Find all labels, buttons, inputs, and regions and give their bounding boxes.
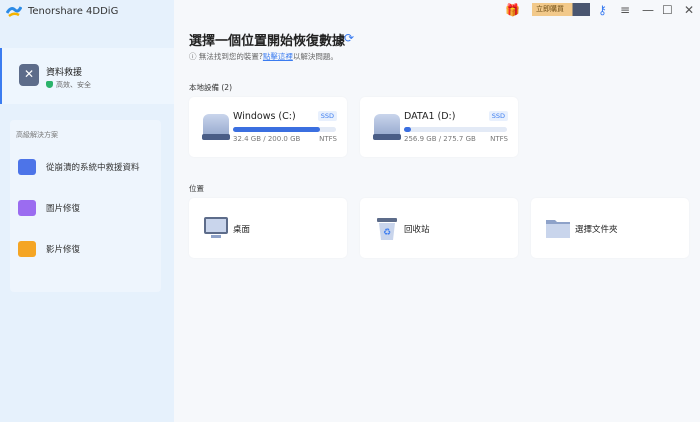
drive-usage-fill (404, 127, 412, 132)
local-devices-heading: 本地設備 (2) (189, 83, 233, 92)
sidebar-item-data-recovery[interactable]: ✕ 資料救援 高效、安全 (0, 48, 174, 104)
app-title: Tenorshare 4DDiG (28, 5, 119, 17)
drive-type-badge: SSD (317, 111, 337, 121)
location-label: 桌面 (233, 225, 251, 235)
drive-usage-fill (233, 127, 320, 132)
shield-icon (46, 81, 53, 88)
drive-filesystem: NTFS (319, 135, 337, 143)
sidebar: Tenorshare 4DDiG ✕ 資料救援 高效、安全 高級解決方案 從崩潰… (0, 0, 174, 422)
page-title: 選擇一個位置開始恢復數據 (189, 34, 346, 49)
drive-type-badge: SSD (488, 111, 508, 121)
folder-icon (545, 215, 571, 241)
hint-link[interactable]: 點擊這裡 (263, 52, 293, 61)
app-brand: Tenorshare 4DDiG (5, 4, 119, 18)
desktop-icon (203, 215, 229, 241)
drive-size: 256.9 GB / 275.7 GB (404, 135, 476, 143)
advanced-solutions-panel: 高級解決方案 從崩潰的系統中救援資料 圖片修復 影片修復 (10, 120, 161, 292)
sidebar-item-label: 從崩潰的系統中救援資料 (46, 163, 140, 173)
location-recycle-bin[interactable]: ♻ 回收站 (360, 198, 518, 258)
maximize-icon[interactable]: ☐ (662, 3, 673, 17)
drive-name: DATA1 (D:) (404, 111, 456, 122)
location-label: 回收站 (404, 225, 430, 235)
app-logo-icon (5, 4, 23, 18)
monitor-icon (18, 159, 36, 175)
recycle-bin-icon: ♻ (374, 215, 400, 241)
help-icon: ⓘ (189, 52, 199, 61)
sidebar-item-label: 影片修復 (46, 245, 81, 255)
drive-card-c[interactable]: Windows (C:) SSD 32.4 GB / 200.0 GB NTFS (189, 97, 347, 157)
location-select-folder[interactable]: 選擇文件夾 (531, 198, 689, 258)
sidebar-item-photo-repair[interactable]: 圖片修復 (18, 200, 80, 216)
svg-text:♻: ♻ (383, 228, 391, 238)
gift-icon[interactable]: 🎁 (505, 3, 520, 17)
drive-icon (373, 114, 401, 140)
sidebar-item-label: 資料救援 (46, 68, 83, 78)
key-icon[interactable]: ⚷ (598, 3, 607, 17)
advanced-heading: 高級解決方案 (16, 131, 58, 139)
location-desktop[interactable]: 桌面 (189, 198, 347, 258)
drive-card-d[interactable]: DATA1 (D:) SSD 256.9 GB / 275.7 GB NTFS (360, 97, 518, 157)
sidebar-item-sub: 高效、安全 (56, 81, 91, 89)
drive-usage-bar (233, 127, 336, 132)
drive-icon (202, 114, 230, 140)
hint-prefix: 無法找到您的裝置? (198, 52, 263, 61)
drive-name: Windows (C:) (233, 111, 296, 122)
buy-now-button[interactable]: 立即購買 (532, 3, 590, 16)
buy-label: 立即購買 (536, 5, 564, 13)
refresh-icon[interactable]: ⟳ (344, 31, 354, 45)
menu-icon[interactable]: ≡ (620, 3, 630, 17)
drive-size: 32.4 GB / 200.0 GB (233, 135, 301, 143)
sidebar-item-video-repair[interactable]: 影片修復 (18, 241, 80, 257)
drive-filesystem: NTFS (490, 135, 508, 143)
sidebar-item-crashed-system[interactable]: 從崩潰的系統中救援資料 (18, 159, 140, 175)
location-heading: 位置 (189, 184, 204, 193)
drive-usage-bar (404, 127, 507, 132)
video-icon (18, 241, 36, 257)
hint-text: ⓘ 無法找到您的裝置?點擊這裡以解決問題。 (189, 51, 338, 62)
tools-icon: ✕ (19, 64, 39, 86)
minimize-icon[interactable]: — (642, 3, 654, 17)
photo-icon (18, 200, 36, 216)
location-label: 選擇文件夾 (575, 225, 618, 235)
close-icon[interactable]: ✕ (684, 3, 694, 17)
sidebar-item-label: 圖片修復 (46, 204, 81, 214)
hint-suffix: 以解決問題。 (292, 52, 338, 61)
